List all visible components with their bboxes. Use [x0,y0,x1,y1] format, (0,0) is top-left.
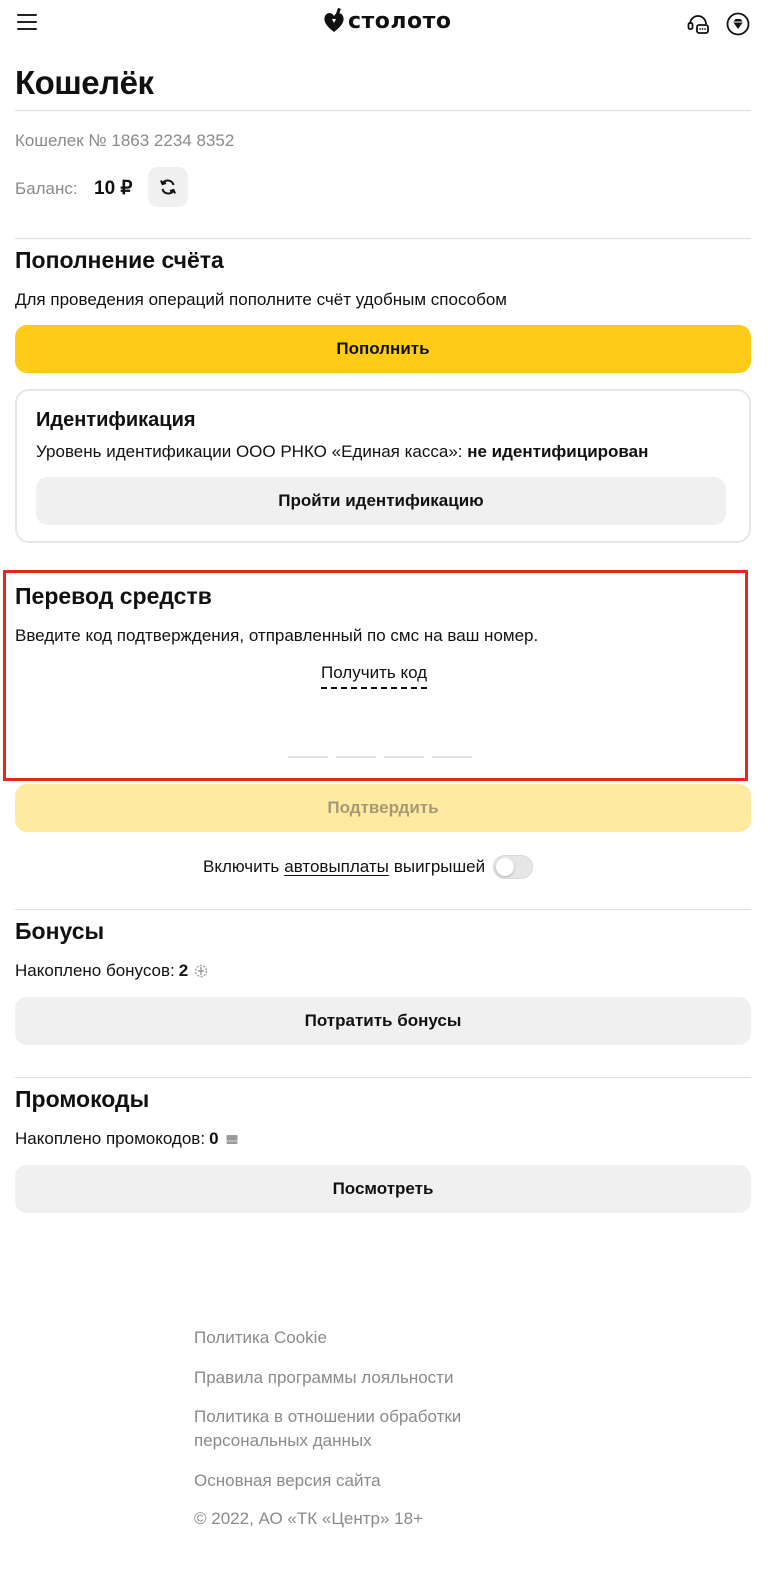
identification-status: не идентифицирован [467,442,649,461]
promocodes-value: 0 [209,1129,219,1148]
footer-link-loyalty[interactable]: Правила программы лояльности [194,1366,453,1390]
header: столото [0,0,771,48]
logo-heart-icon [324,8,344,32]
refresh-balance-button[interactable] [148,167,188,207]
diamond-icon[interactable] [726,12,750,36]
footer-link-privacy[interactable]: Политика в отношении обработки персональ… [194,1405,514,1453]
divider [15,110,751,111]
confirm-button[interactable]: Подтвердить [15,784,751,832]
promocodes-title: Промокоды [15,1086,150,1112]
autopay-toggle[interactable] [493,855,534,879]
menu-icon[interactable] [17,14,37,30]
divider [15,909,751,910]
autopay-suffix: выигрышей [393,857,486,876]
topup-description: Для проведения операций пополните счёт у… [15,290,507,309]
transfer-description: Введите код подтверждения, отправленный … [15,626,539,645]
identification-level: Уровень идентификации ООО РНКО «Единая к… [36,442,648,462]
bonuses-label: Накоплено бонусов: [15,961,175,980]
code-digit-2[interactable] [336,744,376,758]
autopay-row: Включить автовыплаты выигрышей [203,855,534,879]
code-digit-4[interactable] [432,744,472,758]
autopay-link[interactable]: автовыплаты [284,857,389,877]
bonuses-accumulated: Накоплено бонусов: 2 [15,961,208,981]
promocodes-label: Накоплено промокодов: [15,1129,206,1148]
get-code-link[interactable]: Получить код [321,663,428,689]
refresh-icon [160,179,176,195]
bonus-coin-icon [195,964,208,978]
promocodes-accumulated: Накоплено промокодов: 0 [15,1129,239,1149]
code-digit-1[interactable] [288,744,328,758]
code-input-group [288,744,472,758]
balance-label: Баланс: [15,179,78,198]
identification-title: Идентификация [36,409,196,431]
support-chat-icon[interactable] [686,12,710,36]
topup-button[interactable]: Пополнить [15,325,751,373]
spend-bonuses-button[interactable]: Потратить бонусы [15,997,751,1045]
logo-text: столото [348,8,452,34]
logo[interactable]: столото [322,8,452,34]
footer-link-main-site[interactable]: Основная версия сайта [194,1469,381,1493]
promocode-ticket-icon [226,1135,238,1144]
divider [15,1077,751,1078]
bonuses-title: Бонусы [15,918,105,944]
code-digit-3[interactable] [384,744,424,758]
balance-value: 10 ₽ [94,178,133,199]
topup-title: Пополнение счёта [15,247,224,273]
wallet-number: Кошелек № 1863 2234 8352 [15,131,235,150]
footer-link-cookie[interactable]: Политика Cookie [194,1326,327,1350]
page-title: Кошелёк [15,64,154,101]
identification-level-text: Уровень идентификации ООО РНКО «Единая к… [36,442,463,461]
identification-card: Идентификация Уровень идентификации ООО … [15,389,751,543]
transfer-title: Перевод средств [15,583,212,609]
footer-copyright: © 2022, АО «ТК «Центр» 18+ [194,1509,424,1528]
view-promocodes-button[interactable]: Посмотреть [15,1165,751,1213]
identify-button[interactable]: Пройти идентификацию [36,477,726,525]
divider [15,238,751,239]
autopay-prefix: Включить [203,857,280,876]
toggle-knob [496,858,515,876]
bonuses-value: 2 [178,961,189,980]
